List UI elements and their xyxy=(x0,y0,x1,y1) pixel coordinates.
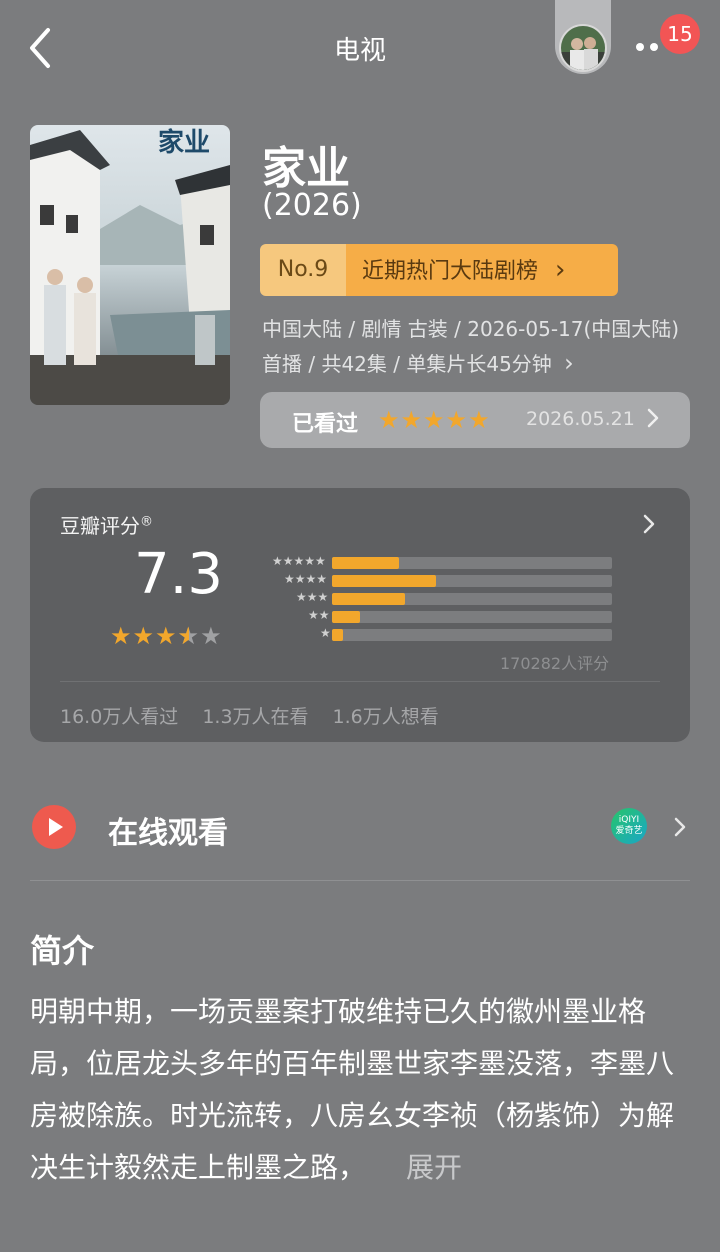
rating-bar-stars: ★★★ xyxy=(296,590,329,604)
show-meta-text: 中国大陆 / 剧情 古装 / 2026-05-17(中国大陆)首播 / 共42集… xyxy=(262,317,680,376)
rating-stars-display: ★★★★★★ xyxy=(110,622,223,650)
page-title: 电视 xyxy=(333,36,386,66)
rating-bar-stars: ★★★★ xyxy=(284,572,328,586)
notification-badge: 15 xyxy=(660,14,700,54)
divider xyxy=(30,880,690,881)
rating-bar-row: ★ xyxy=(252,626,622,644)
registered-mark: ® xyxy=(140,514,153,530)
star-full-icon: ★ xyxy=(155,622,178,650)
chevron-right-icon[interactable] xyxy=(642,512,656,536)
avatar[interactable] xyxy=(559,24,607,72)
rank-label: 近期热门大陆剧榜 › xyxy=(346,244,618,296)
watched-date: 2026.05.21 xyxy=(526,408,635,430)
watched-status-bar[interactable]: 已看过 ★★★★★ 2026.05.21 xyxy=(260,392,690,448)
poster-image: 家业 xyxy=(30,125,230,405)
star-full-icon: ★ xyxy=(132,622,156,650)
show-meta-info[interactable]: 中国大陆 / 剧情 古装 / 2026-05-17(中国大陆)首播 / 共42集… xyxy=(262,312,682,381)
divider xyxy=(60,681,660,682)
watch-online-label[interactable]: 在线观看 xyxy=(108,808,228,852)
rating-bar-track xyxy=(332,593,612,605)
intro-text: 明朝中期，一场贡墨案打破维持已久的徽州墨业格局，位居龙头多年的百年制墨世家李墨没… xyxy=(30,986,694,1194)
rating-distribution: ★★★★★ ★★★★ ★★★ ★★ ★ xyxy=(252,554,622,644)
rating-bar-row: ★★ xyxy=(252,608,622,626)
rank-label-text: 近期热门大陆剧榜 xyxy=(362,259,539,284)
chevron-right-icon[interactable] xyxy=(674,816,686,838)
svg-text:家业: 家业 xyxy=(158,127,210,158)
provider-logo-line2: 爱奇艺 xyxy=(615,826,643,836)
rating-bar-row: ★★★ xyxy=(252,590,622,608)
star-half-icon: ★★ xyxy=(177,622,201,650)
rating-score: 7.3 xyxy=(134,542,224,607)
show-poster[interactable]: 家业 xyxy=(30,125,230,405)
rating-bar-fill xyxy=(332,629,344,641)
play-icon xyxy=(49,818,63,836)
rating-bar-fill xyxy=(332,593,405,605)
stat-watched: 16.0万人看过 xyxy=(60,706,179,728)
ranking-banner[interactable]: No.9 近期热门大陆剧榜 › xyxy=(260,244,618,296)
rating-bar-row: ★★★★ xyxy=(252,572,622,590)
star-half-fill: ★ xyxy=(178,622,189,650)
rating-bar-stars: ★ xyxy=(320,626,331,640)
play-button[interactable] xyxy=(32,805,76,849)
rating-stars: ★★★★★★ xyxy=(110,622,223,650)
rating-bar-track xyxy=(332,557,612,569)
avatar-image xyxy=(561,26,605,70)
rank-number: No.9 xyxy=(260,244,346,296)
douban-rating-card[interactable]: 豆瓣评分® 7.3 ★★★★★★ ★★★★★★★★★★★★★★★ 170282人… xyxy=(30,488,690,742)
intro-body: 明朝中期，一场贡墨案打破维持已久的徽州墨业格局，位居龙头多年的百年制墨世家李墨没… xyxy=(30,995,675,1184)
viewer-stats: 16.0万人看过 1.3万人在看 1.6万人想看 xyxy=(60,702,439,729)
iqiyi-logo-icon[interactable]: iQIYI 爱奇艺 xyxy=(611,808,647,844)
expand-button[interactable]: 展开 xyxy=(406,1151,462,1184)
chevron-right-icon: › xyxy=(564,349,574,377)
star-empty-icon: ★ xyxy=(200,622,223,650)
stat-want: 1.6万人想看 xyxy=(332,706,439,728)
rating-bar-track xyxy=(332,611,612,623)
show-year: (2026) xyxy=(262,188,362,223)
stat-watching: 1.3万人在看 xyxy=(202,706,309,728)
rating-bar-fill xyxy=(332,611,360,623)
rating-card-title: 豆瓣评分® xyxy=(60,510,153,539)
provider-logo-line1: iQIYI xyxy=(618,815,640,825)
user-rating-stars: ★★★★★ xyxy=(378,406,491,434)
rating-bar-track xyxy=(332,575,612,587)
rating-bar-fill xyxy=(332,557,400,569)
chevron-right-icon xyxy=(647,408,659,428)
rating-bar-stars: ★★ xyxy=(308,608,330,622)
rating-bar-track xyxy=(332,629,612,641)
rating-count: 170282人评分 xyxy=(500,654,610,673)
rating-bar-row: ★★★★★ xyxy=(252,554,622,572)
intro-title: 简介 xyxy=(30,932,95,970)
watched-label: 已看过 xyxy=(292,412,359,437)
rating-source: 豆瓣评分 xyxy=(60,514,140,538)
show-title: 家业 xyxy=(262,143,350,194)
star-full-icon: ★ xyxy=(110,622,133,650)
chevron-right-icon: › xyxy=(555,255,566,285)
rating-bar-fill xyxy=(332,575,436,587)
rating-bar-stars: ★★★★★ xyxy=(272,554,326,568)
